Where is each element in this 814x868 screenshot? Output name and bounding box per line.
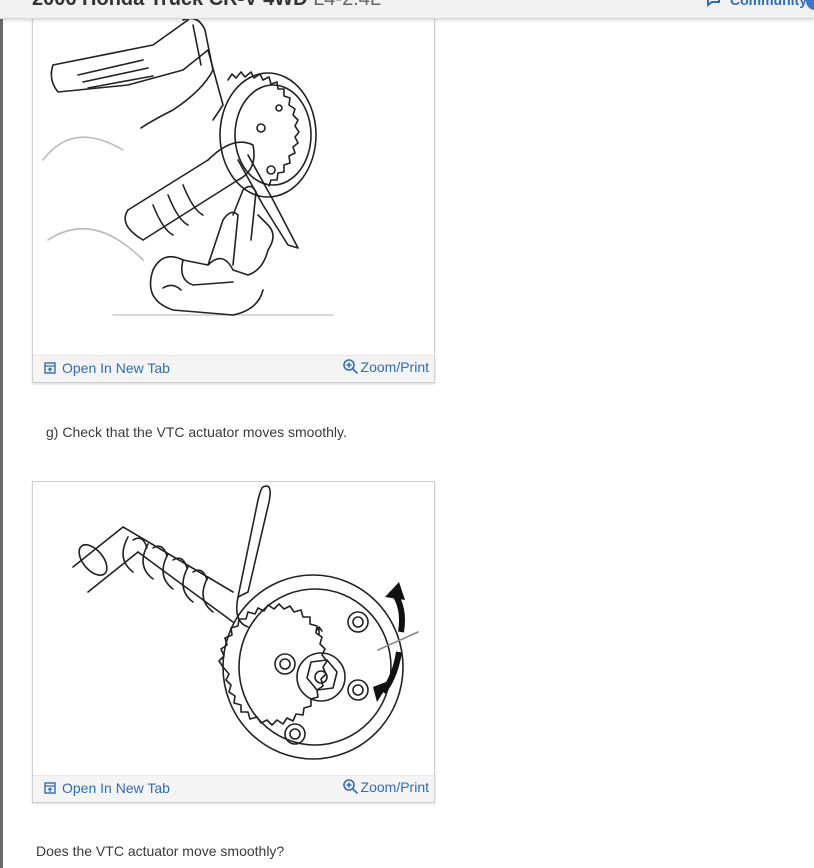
- figure-1: Open In New Tab Zoom/Print: [32, 10, 435, 383]
- zoom-print-label: Zoom/Print: [360, 778, 429, 795]
- vehicle-title: 2006 Honda Truck CR-V 4WD: [32, 0, 308, 10]
- page-title: 2006 Honda Truck CR-V 4WD L4-2.4L: [32, 0, 381, 11]
- user-avatar[interactable]: [806, 0, 814, 10]
- open-in-new-tab-label: Open In New Tab: [62, 780, 170, 796]
- open-in-new-tab-label: Open In New Tab: [62, 360, 170, 376]
- figure-2-illustration[interactable]: [33, 482, 434, 775]
- zoom-in-icon: [342, 779, 358, 795]
- open-in-new-tab-link[interactable]: Open In New Tab: [44, 780, 170, 796]
- engine-label: L4-2.4L: [313, 0, 381, 10]
- question-text: Does the VTC actuator move smoothly?: [36, 843, 285, 859]
- figure-1-illustration[interactable]: [33, 10, 434, 355]
- zoom-print-link[interactable]: Zoom/Print: [342, 778, 429, 795]
- zoom-print-label: Zoom/Print: [360, 358, 429, 375]
- left-page-border: [0, 0, 3, 868]
- community-link[interactable]: Community: [706, 0, 807, 9]
- zoom-print-link[interactable]: Zoom/Print: [342, 358, 429, 375]
- zoom-in-icon: [342, 359, 358, 375]
- community-icon: [707, 0, 720, 7]
- open-in-new-tab-icon: [44, 362, 56, 374]
- open-in-new-tab-icon: [44, 782, 56, 794]
- figure-2: Open In New Tab Zoom/Print: [32, 481, 435, 803]
- figure-2-toolbar: Open In New Tab Zoom/Print: [33, 775, 434, 802]
- step-g-text: g) Check that the VTC actuator moves smo…: [46, 424, 347, 440]
- open-in-new-tab-link[interactable]: Open In New Tab: [44, 360, 170, 376]
- figure-1-toolbar: Open In New Tab Zoom/Print: [33, 355, 434, 382]
- page-header: 2006 Honda Truck CR-V 4WD L4-2.4L Commun…: [0, 0, 814, 19]
- community-label: Community: [730, 0, 807, 8]
